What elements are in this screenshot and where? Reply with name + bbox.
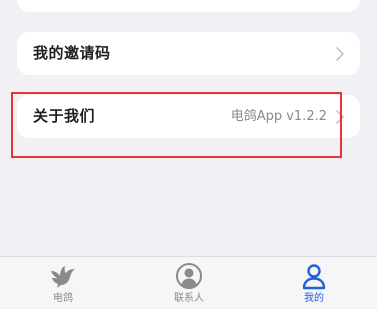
chevron-right-icon	[336, 47, 344, 61]
highlight-annotation-box	[11, 92, 342, 158]
contact-icon	[176, 263, 202, 289]
tab-contacts-label: 联系人	[174, 293, 204, 304]
tab-home-label: 电鸽	[53, 293, 73, 304]
tab-contacts[interactable]: 联系人	[126, 257, 252, 309]
tab-me-label: 我的	[304, 293, 324, 304]
bottom-tab-bar: 电鸽 联系人 我的	[0, 256, 377, 308]
tab-me[interactable]: 我的	[251, 257, 377, 309]
tab-home[interactable]: 电鸽	[0, 257, 126, 309]
invite-code-label: 我的邀请码	[33, 44, 111, 62]
previous-settings-card	[17, 0, 360, 12]
pigeon-icon	[51, 266, 75, 288]
invite-code-row[interactable]: 我的邀请码	[17, 32, 360, 75]
user-icon	[302, 264, 326, 290]
